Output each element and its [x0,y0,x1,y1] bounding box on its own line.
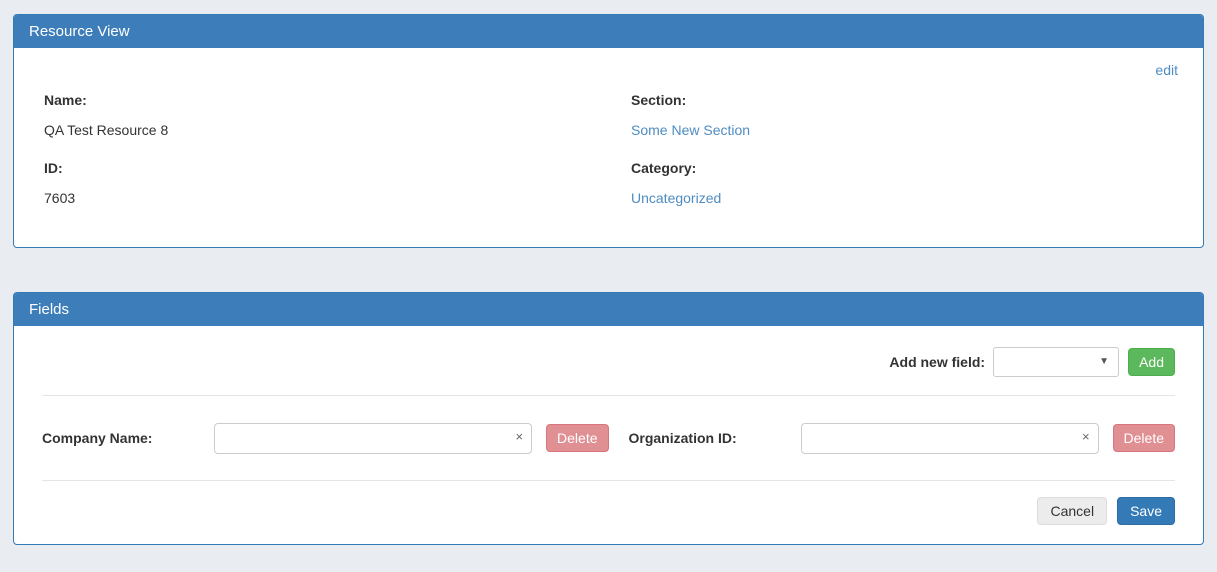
cancel-button[interactable]: Cancel [1037,497,1107,525]
organization-id-label: Organization ID: [629,430,801,446]
save-button[interactable]: Save [1117,497,1175,525]
clear-input-icon[interactable]: × [515,430,523,443]
fields-panel-header: Fields [14,293,1203,326]
id-label: ID: [44,160,596,176]
resource-view-title: Resource View [29,23,130,40]
company-name-field-group: Company Name: × Delete [42,423,609,454]
section-link[interactable]: Some New Section [631,122,750,138]
name-label: Name: [44,92,596,108]
fields-panel-body: Add new field: ▼ Add Company Name: × Del… [14,326,1203,544]
id-value: 7603 [44,190,596,206]
fields-panel: Fields Add new field: ▼ Add Company Name… [13,292,1204,545]
resource-field-id: ID: 7603 [44,160,606,228]
add-field-dropdown[interactable]: ▼ [993,347,1119,377]
name-value: QA Test Resource 8 [44,122,596,138]
add-new-field-label: Add new field: [889,354,985,370]
resource-field-category: Category: Uncategorized [616,160,1178,228]
section-label: Section: [631,92,1168,108]
company-name-label: Company Name: [42,430,214,446]
resource-view-body: edit Name: QA Test Resource 8 Section: S… [14,48,1203,248]
resource-field-name: Name: QA Test Resource 8 [44,92,606,160]
company-name-input[interactable] [214,423,532,454]
resource-field-section: Section: Some New Section [616,92,1178,160]
add-field-row: Add new field: ▼ Add [14,326,1203,395]
company-name-input-wrap: × [214,423,532,454]
edit-link[interactable]: edit [1155,62,1178,78]
organization-id-field-group: Organization ID: × Delete [609,423,1176,454]
resource-view-panel-header: Resource View [14,15,1203,48]
custom-fields-row: Company Name: × Delete Organization ID: … [14,396,1203,480]
category-link[interactable]: Uncategorized [631,190,721,206]
organization-id-input-wrap: × [801,423,1099,454]
fields-title: Fields [29,301,69,318]
chevron-down-icon: ▼ [1099,356,1109,367]
edit-row: edit [44,56,1178,82]
category-label: Category: [631,160,1168,176]
organization-id-input[interactable] [801,423,1099,454]
clear-input-icon[interactable]: × [1082,430,1090,443]
delete-company-name-button[interactable]: Delete [546,424,608,452]
delete-organization-id-button[interactable]: Delete [1113,424,1175,452]
resource-view-panel: Resource View edit Name: QA Test Resourc… [13,14,1204,248]
resource-grid: Name: QA Test Resource 8 Section: Some N… [44,92,1178,228]
add-button[interactable]: Add [1128,348,1175,376]
fields-footer: Cancel Save [14,481,1203,541]
